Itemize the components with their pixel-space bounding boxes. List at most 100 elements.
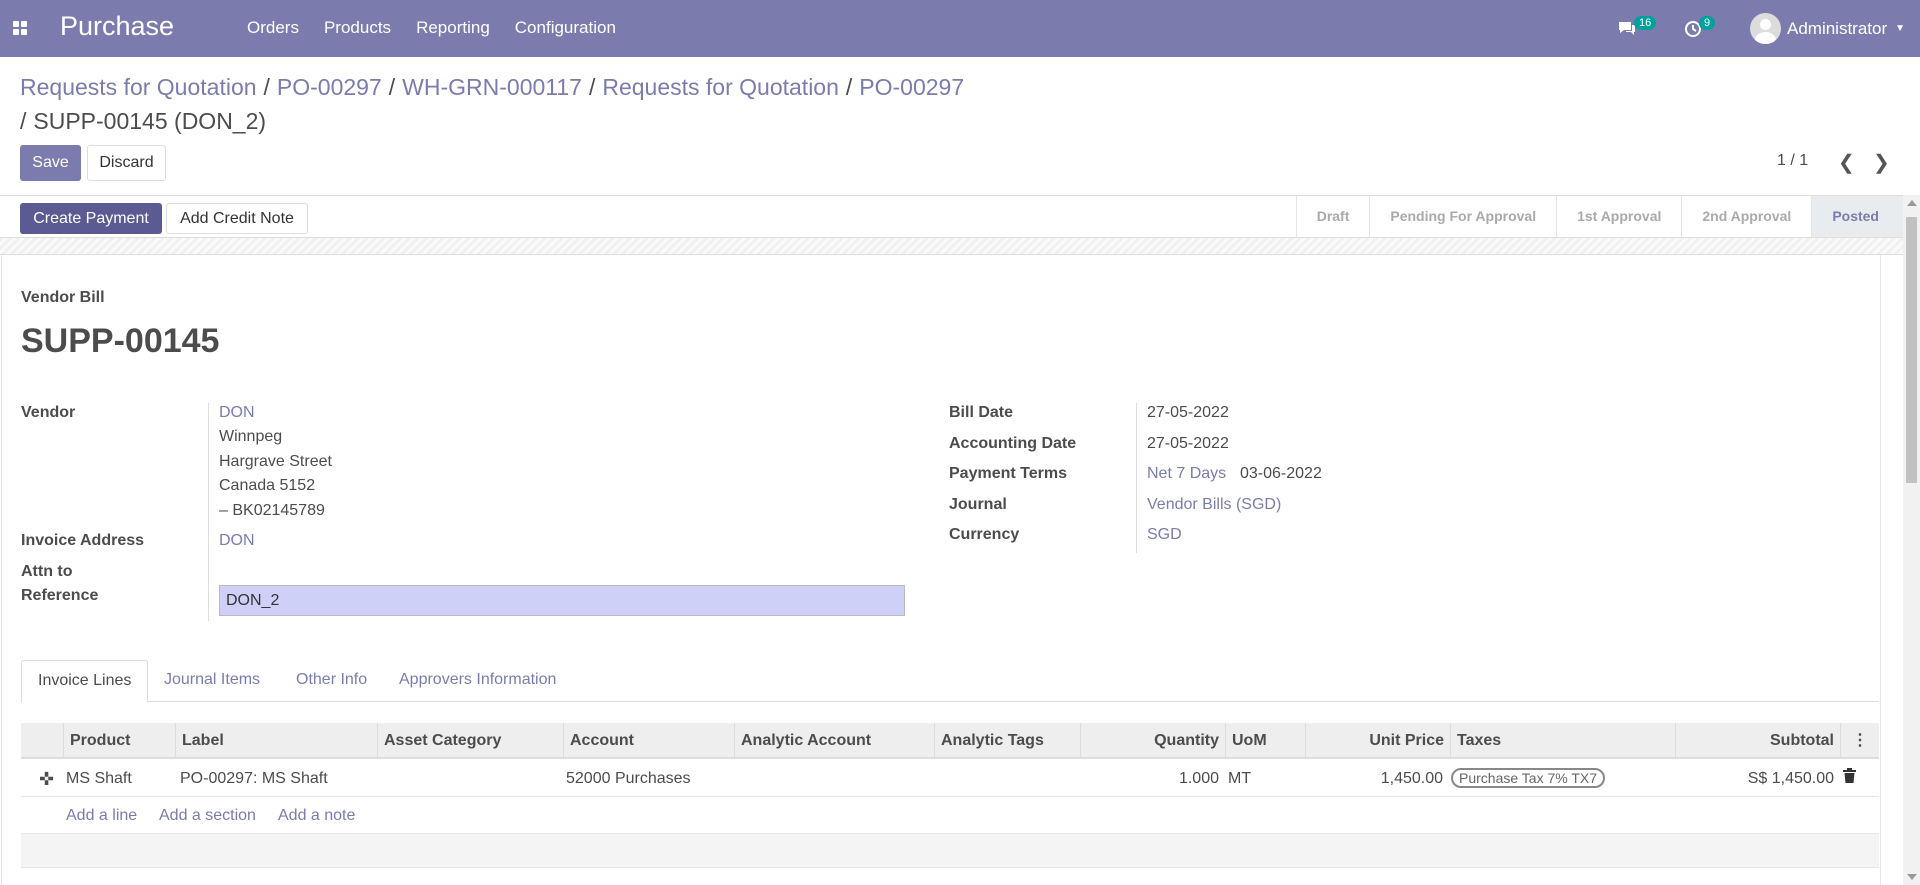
vendor-address-line: Hargrave Street: [219, 453, 332, 470]
column-options-icon[interactable]: ⋮: [1840, 723, 1879, 759]
vendor-address-line: Winnpeg: [219, 428, 283, 445]
vendor-label: Vendor: [21, 404, 76, 421]
sheet-background: [0, 238, 1903, 255]
activities-badge: 9: [1699, 15, 1716, 30]
column-header-taxes[interactable]: Taxes: [1450, 723, 1675, 759]
vendor-link[interactable]: DON: [219, 404, 255, 422]
column-header-product[interactable]: Product: [63, 723, 175, 759]
top-navbar: Purchase Orders Products Reporting Confi…: [0, 0, 1920, 57]
menu-item-reporting[interactable]: Reporting: [416, 18, 490, 38]
breadcrumb-separator: /: [845, 74, 853, 100]
reference-label: Reference: [21, 587, 99, 604]
messages-badge: 16: [1634, 15, 1657, 30]
user-name: Administrator: [1787, 18, 1888, 38]
tax-tag[interactable]: Purchase Tax 7% TX7: [1451, 768, 1606, 788]
cell-product[interactable]: MS Shaft: [66, 761, 132, 797]
column-header-analytic-account[interactable]: Analytic Account: [734, 723, 934, 759]
empty-table-row: [21, 834, 1879, 868]
column-header-label[interactable]: Label: [175, 723, 377, 759]
cell-account[interactable]: 52000 Purchases: [566, 761, 691, 797]
field-divider: [208, 403, 209, 621]
add-section-link[interactable]: Add a section: [159, 798, 256, 834]
menu-item-orders[interactable]: Orders: [247, 18, 299, 38]
journal-label: Journal: [949, 496, 1007, 513]
column-header-account[interactable]: Account: [563, 723, 734, 759]
apps-menu-icon[interactable]: [13, 21, 27, 35]
user-menu[interactable]: Administrator ▼: [1750, 0, 1905, 57]
activities-button[interactable]: 9: [1684, 0, 1716, 57]
status-stages: Draft Pending For Approval 1st Approval …: [1295, 196, 1903, 237]
save-button[interactable]: Save: [20, 145, 81, 181]
breadcrumb-item-po-2[interactable]: PO-00297: [859, 74, 964, 100]
stage-1st-approval[interactable]: 1st Approval: [1556, 196, 1681, 237]
scrollbar-thumb[interactable]: [1906, 217, 1917, 483]
vendor-address-line: Canada 5152: [219, 477, 316, 494]
menu-item-configuration[interactable]: Configuration: [515, 18, 616, 38]
column-header-unit-price[interactable]: Unit Price: [1305, 723, 1450, 759]
scroll-up-arrow-icon[interactable]: [1907, 200, 1917, 206]
invoice-address-link[interactable]: DON: [219, 532, 255, 550]
chevron-right-icon[interactable]: ❯: [1873, 150, 1890, 175]
cell-quantity[interactable]: 1.000: [1080, 761, 1219, 797]
discard-button[interactable]: Discard: [87, 145, 166, 181]
add-credit-note-button[interactable]: Add Credit Note: [166, 203, 308, 234]
stage-draft[interactable]: Draft: [1295, 196, 1370, 237]
cell-uom[interactable]: MT: [1228, 761, 1251, 797]
table-row[interactable]: ✜ MS Shaft PO-00297: MS Shaft 52000 Purc…: [21, 761, 1879, 797]
due-date-value: 03-06-2022: [1240, 465, 1322, 482]
delete-row-icon[interactable]: [1843, 761, 1859, 797]
scroll-down-arrow-icon[interactable]: [1907, 874, 1917, 880]
create-payment-button[interactable]: Create Payment: [20, 203, 162, 234]
breadcrumb: Requests for Quotation / PO-00297/WH-GRN-0…: [20, 70, 1020, 138]
tab-other-info[interactable]: Other Info: [280, 660, 383, 702]
status-bar: Create Payment Add Credit Note Draft Pen…: [0, 195, 1903, 238]
column-header-subtotal[interactable]: Subtotal: [1675, 723, 1840, 759]
app-brand[interactable]: Purchase: [60, 11, 174, 42]
cell-label[interactable]: PO-00297: MS Shaft: [180, 761, 328, 797]
breadcrumb-separator: /: [588, 74, 596, 100]
breadcrumb-item-rfq[interactable]: Requests for Quotation: [20, 74, 257, 100]
vendor-address-line: – BK02145789: [219, 502, 325, 519]
cell-unit-price[interactable]: 1,450.00: [1305, 761, 1443, 797]
currency-link[interactable]: SGD: [1147, 526, 1182, 544]
menu-item-products[interactable]: Products: [324, 18, 391, 38]
add-line-row: Add a line Add a section Add a note: [21, 798, 1879, 834]
invoice-address-label: Invoice Address: [21, 532, 145, 549]
stage-pending-approval[interactable]: Pending For Approval: [1369, 196, 1556, 237]
breadcrumb-separator: /: [20, 108, 27, 134]
stage-2nd-approval[interactable]: 2nd Approval: [1681, 196, 1811, 237]
column-header-quantity[interactable]: Quantity: [1080, 723, 1225, 759]
accounting-date-label: Accounting Date: [949, 435, 1077, 452]
drag-handle-icon[interactable]: ✜: [39, 761, 55, 797]
column-header-uom[interactable]: UoM: [1225, 723, 1305, 759]
page-scrollbar[interactable]: [1903, 195, 1920, 885]
field-divider: [1136, 403, 1137, 553]
journal-link[interactable]: Vendor Bills (SGD): [1147, 496, 1281, 514]
document-type: Vendor Bill: [21, 289, 105, 306]
tab-invoice-lines[interactable]: Invoice Lines: [21, 660, 149, 703]
bill-date-label: Bill Date: [949, 404, 1014, 421]
tab-journal-items[interactable]: Journal Items: [148, 660, 276, 702]
caret-down-icon: ▼: [1895, 23, 1906, 34]
breadcrumb-item-rfq-2[interactable]: Requests for Quotation: [602, 74, 839, 100]
avatar: [1750, 13, 1781, 44]
stage-posted[interactable]: Posted: [1811, 196, 1903, 237]
breadcrumb-current: SUPP-00145 (DON_2): [33, 108, 267, 134]
notebook-tabs: Invoice Lines Journal Items Other Info A…: [21, 660, 1879, 703]
cell-taxes[interactable]: Purchase Tax 7% TX7: [1451, 761, 1606, 797]
messages-button[interactable]: 16: [1617, 0, 1657, 57]
document-number: SUPP-00145: [21, 322, 220, 360]
chevron-left-icon[interactable]: ❮: [1838, 150, 1855, 175]
add-note-link[interactable]: Add a note: [278, 798, 355, 834]
payment-terms-link[interactable]: Net 7 Days: [1147, 465, 1226, 483]
pager-value[interactable]: 1 / 1: [1777, 152, 1808, 170]
accounting-date-value: 27-05-2022: [1147, 435, 1229, 452]
breadcrumb-item-grn[interactable]: WH-GRN-000117: [402, 74, 582, 100]
table-header: Product Label Asset Category Account Ana…: [21, 723, 1879, 759]
tab-approvers-information[interactable]: Approvers Information: [383, 660, 572, 702]
column-header-analytic-tags[interactable]: Analytic Tags: [934, 723, 1080, 759]
column-header-asset-category[interactable]: Asset Category: [377, 723, 563, 759]
breadcrumb-item-po[interactable]: PO-00297: [277, 74, 382, 100]
add-line-link[interactable]: Add a line: [66, 798, 137, 834]
reference-input[interactable]: DON_2: [219, 585, 905, 616]
